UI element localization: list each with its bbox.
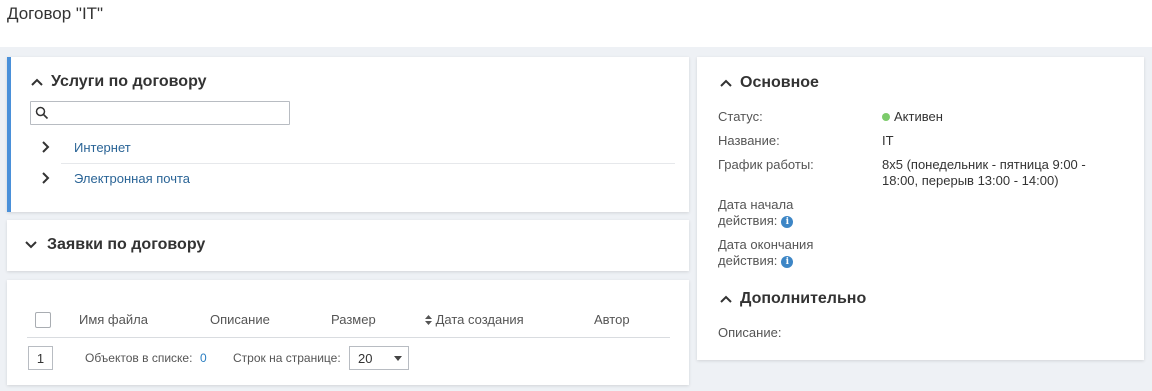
end-date-label-line1: Дата окончания bbox=[718, 237, 814, 252]
status-text: Активен bbox=[894, 109, 943, 124]
chevron-up-icon bbox=[720, 79, 732, 87]
chevron-right-icon[interactable] bbox=[38, 171, 52, 185]
extra-section-header[interactable]: Дополнительно bbox=[718, 290, 866, 308]
column-header-created-label: Дата создания bbox=[435, 312, 524, 327]
search-input[interactable] bbox=[30, 101, 290, 125]
caret-down-icon bbox=[394, 356, 402, 361]
end-date-label-line2: действия: i bbox=[718, 253, 794, 269]
services-header[interactable]: Услуги по договору bbox=[29, 73, 207, 91]
page-number-input[interactable]: 1 bbox=[28, 346, 53, 370]
select-all-checkbox[interactable] bbox=[35, 312, 51, 328]
column-header-filename[interactable]: Имя файла bbox=[79, 312, 148, 327]
service-item-internet[interactable]: Интернет bbox=[38, 132, 675, 162]
rows-per-page-label: Строк на странице: bbox=[233, 351, 341, 365]
column-header-author[interactable]: Автор bbox=[594, 312, 630, 327]
schedule-value-line2: 18:00, перерыв 13:00 - 14:00) bbox=[882, 173, 1059, 188]
extra-section-title: Дополнительно bbox=[740, 290, 867, 307]
status-value: Активен bbox=[882, 109, 943, 125]
status-dot-icon bbox=[882, 112, 890, 121]
sort-icon bbox=[425, 315, 432, 325]
chevron-up-icon bbox=[31, 78, 43, 86]
start-date-label-line2: действия: i bbox=[718, 213, 794, 229]
start-date-label-line1: Дата начала bbox=[718, 197, 794, 212]
name-label: Название: bbox=[718, 133, 780, 148]
files-card bbox=[7, 280, 689, 385]
chevron-down-icon bbox=[25, 241, 37, 249]
service-link-email[interactable]: Электронная почта bbox=[74, 171, 190, 186]
rows-per-page-value: 20 bbox=[358, 350, 373, 366]
table-divider bbox=[27, 337, 670, 338]
requests-card: Заявки по договору bbox=[7, 220, 689, 271]
name-value: IT bbox=[882, 133, 894, 148]
rows-per-page-select[interactable]: 20 bbox=[349, 346, 409, 370]
main-section-title: Основное bbox=[740, 74, 819, 91]
top-bar: Договор "IT" bbox=[0, 0, 1152, 47]
objects-count-value: 0 bbox=[200, 351, 207, 365]
requests-header[interactable]: Заявки по договору bbox=[23, 236, 205, 254]
services-title: Услуги по договору bbox=[51, 73, 207, 90]
requests-title: Заявки по договору bbox=[47, 236, 206, 253]
column-header-size[interactable]: Размер bbox=[331, 312, 376, 327]
column-header-description[interactable]: Описание bbox=[210, 312, 270, 327]
column-header-created[interactable]: Дата создания bbox=[425, 312, 524, 327]
main-section-header[interactable]: Основное bbox=[718, 74, 819, 92]
chevron-right-icon[interactable] bbox=[38, 140, 52, 154]
start-date-label-text: действия: bbox=[718, 213, 778, 228]
service-item-email[interactable]: Электронная почта bbox=[38, 163, 675, 193]
info-icon[interactable]: i bbox=[781, 255, 794, 268]
chevron-up-icon bbox=[720, 295, 732, 303]
info-icon[interactable]: i bbox=[781, 215, 794, 228]
search-icon bbox=[35, 106, 49, 120]
description-label: Описание: bbox=[718, 325, 782, 340]
status-label: Статус: bbox=[718, 109, 763, 124]
objects-count-label: Объектов в списке: bbox=[85, 351, 193, 365]
schedule-label: График работы: bbox=[718, 157, 814, 172]
schedule-value-line1: 8x5 (понедельник - пятница 9:00 - bbox=[882, 157, 1086, 172]
end-date-label-text: действия: bbox=[718, 253, 778, 268]
service-link-internet[interactable]: Интернет bbox=[74, 140, 131, 155]
services-card: Услуги по договору Интернет Электронная … bbox=[7, 57, 689, 212]
page-title: Договор "IT" bbox=[7, 4, 104, 23]
